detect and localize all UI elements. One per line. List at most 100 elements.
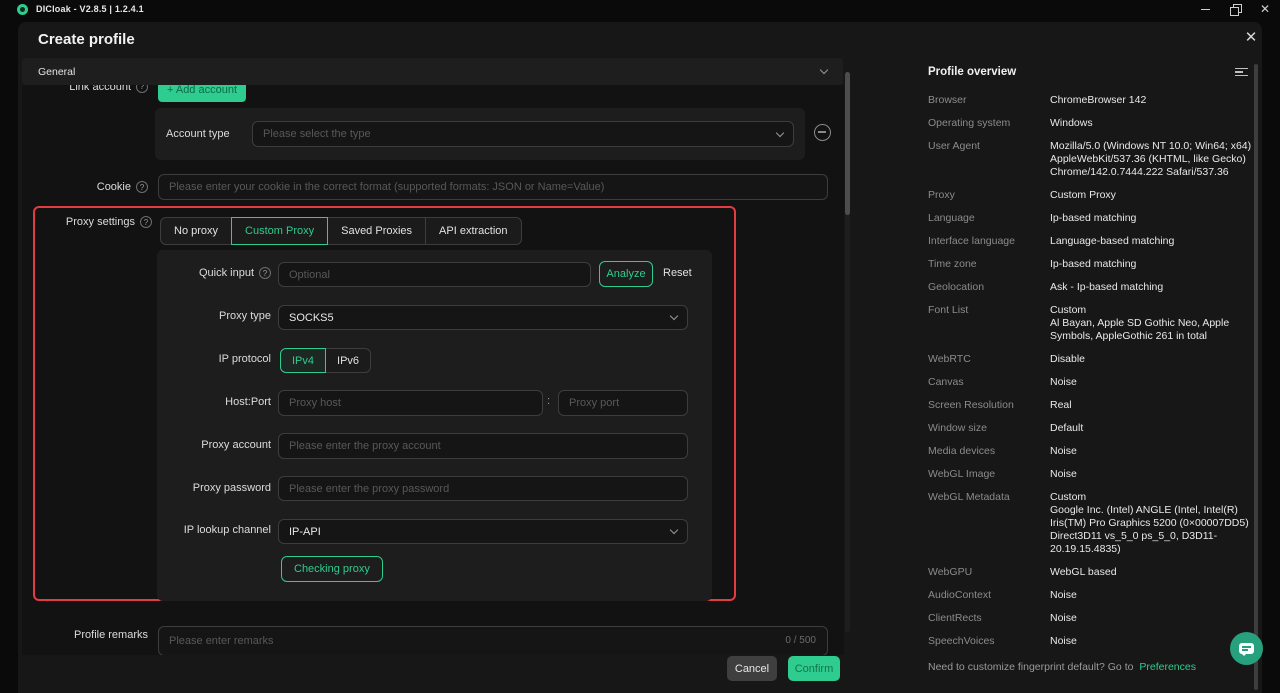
account-type-select[interactable]: Please select the type [252, 121, 794, 147]
section-general-header[interactable]: General [22, 58, 843, 85]
overview-row-value: Noise [1050, 445, 1077, 457]
overview-row: Browser ChromeBrowser 142 [928, 94, 1252, 107]
overview-row: Time zone Ip-based matching [928, 258, 1252, 271]
overview-row-value: Default [1050, 422, 1084, 434]
dialog-close-icon[interactable]: ✕ [1242, 29, 1260, 47]
cookie-label: Cookie ? [28, 174, 148, 200]
chevron-down-icon [669, 311, 679, 321]
overview-row: Canvas Noise [928, 376, 1252, 389]
overview-row-value: ChromeBrowser 142 [1050, 94, 1147, 106]
proxy-tab-saved-proxies[interactable]: Saved Proxies [327, 217, 427, 245]
window-restore-button[interactable] [1220, 0, 1250, 18]
chevron-down-icon [775, 128, 785, 137]
ip-protocol-ipv6[interactable]: IPv6 [325, 348, 372, 373]
overview-title: Profile overview [928, 66, 1017, 78]
overview-row-label: Language [928, 212, 975, 224]
reset-button[interactable]: Reset [663, 267, 692, 279]
proxy-host-input[interactable] [278, 390, 543, 416]
form-scrollbar-thumb[interactable] [845, 72, 850, 215]
sidebar-scrollbar[interactable] [1254, 64, 1258, 690]
overview-row-label: Font List [928, 304, 969, 316]
overview-row-label: Window size [928, 422, 987, 434]
overview-row-value: Ip-based matching [1050, 212, 1137, 224]
link-account-label: Link account ? [28, 85, 148, 93]
profile-overview-panel: Profile overview Browser ChromeBrowser 14… [910, 66, 1252, 673]
overview-row-value: Noise [1050, 468, 1077, 480]
host-port-separator: : [547, 395, 551, 407]
cancel-button[interactable]: Cancel [727, 656, 777, 681]
app-logo-icon [17, 3, 28, 15]
preferences-link[interactable]: Preferences [1139, 661, 1196, 673]
analyze-button[interactable]: Analyze [599, 261, 653, 287]
proxy-tab-custom-proxy[interactable]: Custom Proxy [231, 217, 329, 245]
overview-row-label: AudioContext [928, 589, 992, 601]
overview-row-value: Custom Google Inc. (Intel) ANGLE (Intel,… [1050, 491, 1249, 555]
overview-row: AudioContext Noise [928, 589, 1252, 602]
window-minimize-button[interactable] [1190, 0, 1220, 18]
cookie-input[interactable] [158, 174, 828, 200]
proxy-account-input[interactable] [278, 433, 688, 459]
quick-input-label: Quick input ? [157, 267, 271, 279]
window-close-button[interactable]: ✕ [1250, 0, 1280, 18]
overview-row-value: WebGL based [1050, 566, 1117, 578]
dialog-title: Create profile [38, 31, 135, 48]
overview-row-value: Mozilla/5.0 (Windows NT 10.0; Win64; x64… [1050, 140, 1252, 178]
proxy-port-input[interactable] [558, 390, 688, 416]
app-title: DICloak - V2.8.5 | 1.2.4.1 [36, 4, 144, 14]
overview-row: Window size Default [928, 422, 1252, 435]
help-icon[interactable]: ? [259, 267, 271, 279]
overview-row-value: Ip-based matching [1050, 258, 1137, 270]
overview-row-label: WebGL Metadata [928, 491, 1010, 503]
dialog-footer: Cancel Confirm [18, 656, 844, 681]
overview-row-value: Custom Proxy [1050, 189, 1116, 201]
overview-row-label: Geolocation [928, 281, 985, 293]
confirm-button[interactable]: Confirm [788, 656, 840, 681]
overview-row: Proxy Custom Proxy [928, 189, 1252, 202]
overview-row-label: SpeechVoices [928, 635, 995, 647]
overview-row: WebGPU WebGL based [928, 566, 1252, 579]
chevron-down-icon [669, 525, 679, 535]
ip-lookup-channel-label: IP lookup channel [183, 524, 271, 536]
remove-account-icon[interactable] [814, 124, 831, 141]
overview-row-label: WebGL Image [928, 468, 996, 480]
help-icon[interactable]: ? [136, 85, 148, 93]
overview-row-value: Disable [1050, 353, 1086, 365]
proxy-settings-label: Proxy settings ? [33, 216, 152, 228]
profile-remarks-input[interactable] [158, 626, 828, 655]
overview-row: Interface language Language-based matchin… [928, 235, 1252, 248]
checking-proxy-button[interactable]: Checking proxy [281, 556, 383, 582]
collapse-panel-icon[interactable] [1235, 67, 1248, 77]
overview-row-label: User Agent [928, 140, 980, 152]
overview-row-value: Ask - Ip-based matching [1050, 281, 1164, 293]
add-account-button[interactable]: + Add account [158, 85, 246, 102]
overview-row-label: Interface language [928, 235, 1015, 247]
overview-row: Language Ip-based matching [928, 212, 1252, 225]
proxy-settings-highlight-box: Proxy settings ? No proxy Custom Proxy Sav… [33, 206, 736, 601]
overview-row-label: Operating system [928, 117, 1011, 129]
proxy-tab-api-extraction[interactable]: API extraction [425, 217, 522, 245]
ip-protocol-ipv4[interactable]: IPv4 [280, 348, 327, 373]
profile-remarks-label: Profile remarks [74, 628, 148, 641]
chevron-down-icon [819, 65, 829, 75]
chat-widget-button[interactable] [1230, 632, 1263, 665]
fingerprint-note: Need to customize fingerprint default? G… [928, 661, 1134, 673]
ip-protocol-label: IP protocol [218, 353, 271, 365]
quick-input-field[interactable] [278, 262, 591, 287]
proxy-tab-no-proxy[interactable]: No proxy [160, 217, 233, 245]
overview-row: SpeechVoices Noise [928, 635, 1252, 648]
proxy-password-input[interactable] [278, 476, 688, 501]
overview-row: WebGL Image Noise [928, 468, 1252, 481]
section-general-label: General [38, 65, 76, 78]
help-icon[interactable]: ? [136, 181, 148, 193]
form-scrollbar[interactable] [845, 72, 850, 632]
ip-lookup-channel-select[interactable]: IP-API [278, 519, 688, 544]
proxy-type-select[interactable]: SOCKS5 [278, 305, 688, 330]
account-panel: Account type Please select the type [155, 108, 805, 160]
account-type-label: Account type [166, 128, 230, 140]
custom-proxy-panel: Quick input ? Analyze Reset Proxy type S… [157, 250, 712, 601]
overview-row-label: WebGPU [928, 566, 973, 578]
help-icon[interactable]: ? [140, 216, 152, 228]
overview-row: Geolocation Ask - Ip-based matching [928, 281, 1252, 294]
overview-row-label: Browser [928, 94, 967, 106]
proxy-mode-tabs: No proxy Custom Proxy Saved Proxies API ext… [160, 217, 522, 245]
